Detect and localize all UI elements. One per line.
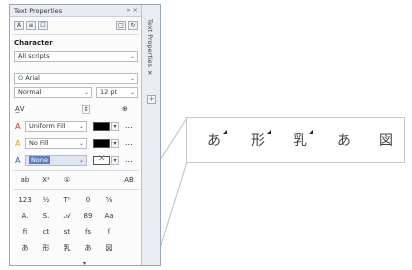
- font-icon: O: [18, 74, 24, 82]
- refresh-button[interactable]: ↻: [128, 21, 138, 30]
- fill-type-dropdown[interactable]: Uniform Fill ⌄: [25, 121, 87, 132]
- docker-titlebar: Text Properties » ×: [10, 5, 142, 17]
- feature-button[interactable]: ⅝: [98, 193, 120, 207]
- feature-button[interactable]: ½: [35, 193, 57, 207]
- style-dropdown[interactable]: Normal ⌄: [14, 87, 92, 98]
- callout-glyph: 図: [379, 133, 393, 149]
- feature-button[interactable]: X²: [35, 173, 57, 187]
- background-fill-dropdown[interactable]: No Fill ⌄: [25, 138, 87, 149]
- style-value: Normal: [18, 88, 42, 96]
- feature-button[interactable]: Tⁿ: [56, 193, 78, 207]
- outline-value: None: [29, 156, 50, 164]
- size-value: 12 pt: [100, 88, 118, 96]
- size-dropdown[interactable]: 12 pt ⌄: [96, 87, 138, 98]
- feature-button[interactable]: ct: [35, 225, 57, 239]
- background-more-button[interactable]: ...: [125, 138, 133, 147]
- feature-button[interactable]: S.: [35, 209, 57, 223]
- feature-button[interactable]: 0: [77, 193, 99, 207]
- feature-button[interactable]: ſ: [98, 225, 120, 239]
- background-fill-value: No Fill: [29, 139, 49, 147]
- chevron-down-icon: ⌄: [78, 140, 84, 147]
- frame-tab-button[interactable]: ☐: [38, 21, 48, 30]
- fill-color-swatch[interactable]: [93, 122, 110, 131]
- scripts-dropdown[interactable]: All scripts ⌄: [14, 51, 138, 62]
- callout-glyph: あ: [207, 133, 221, 149]
- glyph-callout-zoom: あ 形 乳 あ 図: [186, 117, 405, 163]
- callout-glyph: あ: [337, 133, 351, 149]
- docker-title: Text Properties: [14, 7, 63, 15]
- section-character-label: Character: [14, 39, 53, 47]
- chevron-down-icon: ⌄: [78, 157, 84, 164]
- chevron-down-icon: ⌄: [83, 89, 89, 96]
- feature-button[interactable]: あ: [77, 241, 99, 255]
- outline-more-button[interactable]: ...: [125, 155, 133, 164]
- chevron-down-icon: ⌄: [129, 89, 135, 96]
- options-button[interactable]: □: [116, 21, 126, 30]
- feature-button[interactable]: 𝒜: [56, 209, 78, 223]
- outline-icon: A: [15, 156, 21, 165]
- chevron-down-icon: ⌄: [129, 75, 135, 82]
- paragraph-tab-button[interactable]: ≡: [26, 21, 36, 30]
- docker-controls[interactable]: » ×: [127, 6, 139, 14]
- eyedropper-icon[interactable]: ⊕: [122, 105, 128, 113]
- background-fill-icon: A: [15, 139, 21, 148]
- feature-button[interactable]: あ: [14, 241, 36, 255]
- feature-button[interactable]: 乳: [56, 241, 78, 255]
- character-tab-button[interactable]: A: [14, 21, 24, 30]
- fill-type-value: Uniform Fill: [29, 122, 66, 130]
- divider: [13, 34, 139, 35]
- no-color-icon: ✕: [98, 154, 106, 164]
- font-dropdown[interactable]: O Arial ⌄: [14, 73, 138, 84]
- feature-button[interactable]: fs: [77, 225, 99, 239]
- outline-color-dropdown[interactable]: ▾: [111, 156, 119, 165]
- fill-color-dropdown[interactable]: ▾: [111, 122, 119, 131]
- vertical-docker-tab[interactable]: Text Properties ✕ +: [141, 5, 160, 265]
- divider: [14, 189, 140, 190]
- expand-panel-button[interactable]: ▾: [83, 260, 86, 267]
- kerning-spinner[interactable]: ⇕: [82, 105, 90, 114]
- scripts-value: All scripts: [18, 52, 50, 60]
- feature-button[interactable]: ab: [14, 173, 36, 187]
- feature-button[interactable]: AB: [118, 173, 140, 187]
- chevron-down-icon: ⌄: [78, 123, 84, 130]
- feature-button[interactable]: st: [56, 225, 78, 239]
- feature-button[interactable]: ①: [56, 173, 78, 187]
- vertical-tab-label: Text Properties ✕: [146, 19, 154, 78]
- fill-more-button[interactable]: ...: [125, 121, 133, 130]
- feature-button[interactable]: 形: [35, 241, 57, 255]
- outline-color-swatch[interactable]: ✕: [93, 154, 110, 165]
- feature-button[interactable]: 89: [77, 209, 99, 223]
- feature-button[interactable]: A.: [14, 209, 36, 223]
- chevron-down-icon: ⌄: [129, 53, 135, 60]
- fill-icon: A: [15, 122, 21, 131]
- callout-glyph: 形: [251, 133, 265, 149]
- add-docker-icon[interactable]: +: [147, 95, 156, 104]
- text-properties-docker: Text Properties » × A ≡ ☐ □ ↻ Character …: [9, 4, 161, 267]
- outline-dropdown[interactable]: None ⌄: [25, 155, 87, 166]
- background-color-dropdown[interactable]: ▾: [111, 139, 119, 148]
- feature-button[interactable]: Aa: [98, 209, 120, 223]
- feature-button[interactable]: 図: [98, 241, 120, 255]
- font-value: Arial: [25, 74, 40, 82]
- feature-button[interactable]: 123: [14, 193, 36, 207]
- properties-panel: A ≡ ☐ □ ↻ Character All scripts ⌄ O Aria…: [10, 17, 142, 267]
- divider: [13, 170, 139, 171]
- callout-glyph: 乳: [293, 133, 307, 149]
- kerning-icon: A̲V: [15, 105, 25, 113]
- background-color-swatch[interactable]: [93, 139, 110, 148]
- feature-button[interactable]: fi: [14, 225, 36, 239]
